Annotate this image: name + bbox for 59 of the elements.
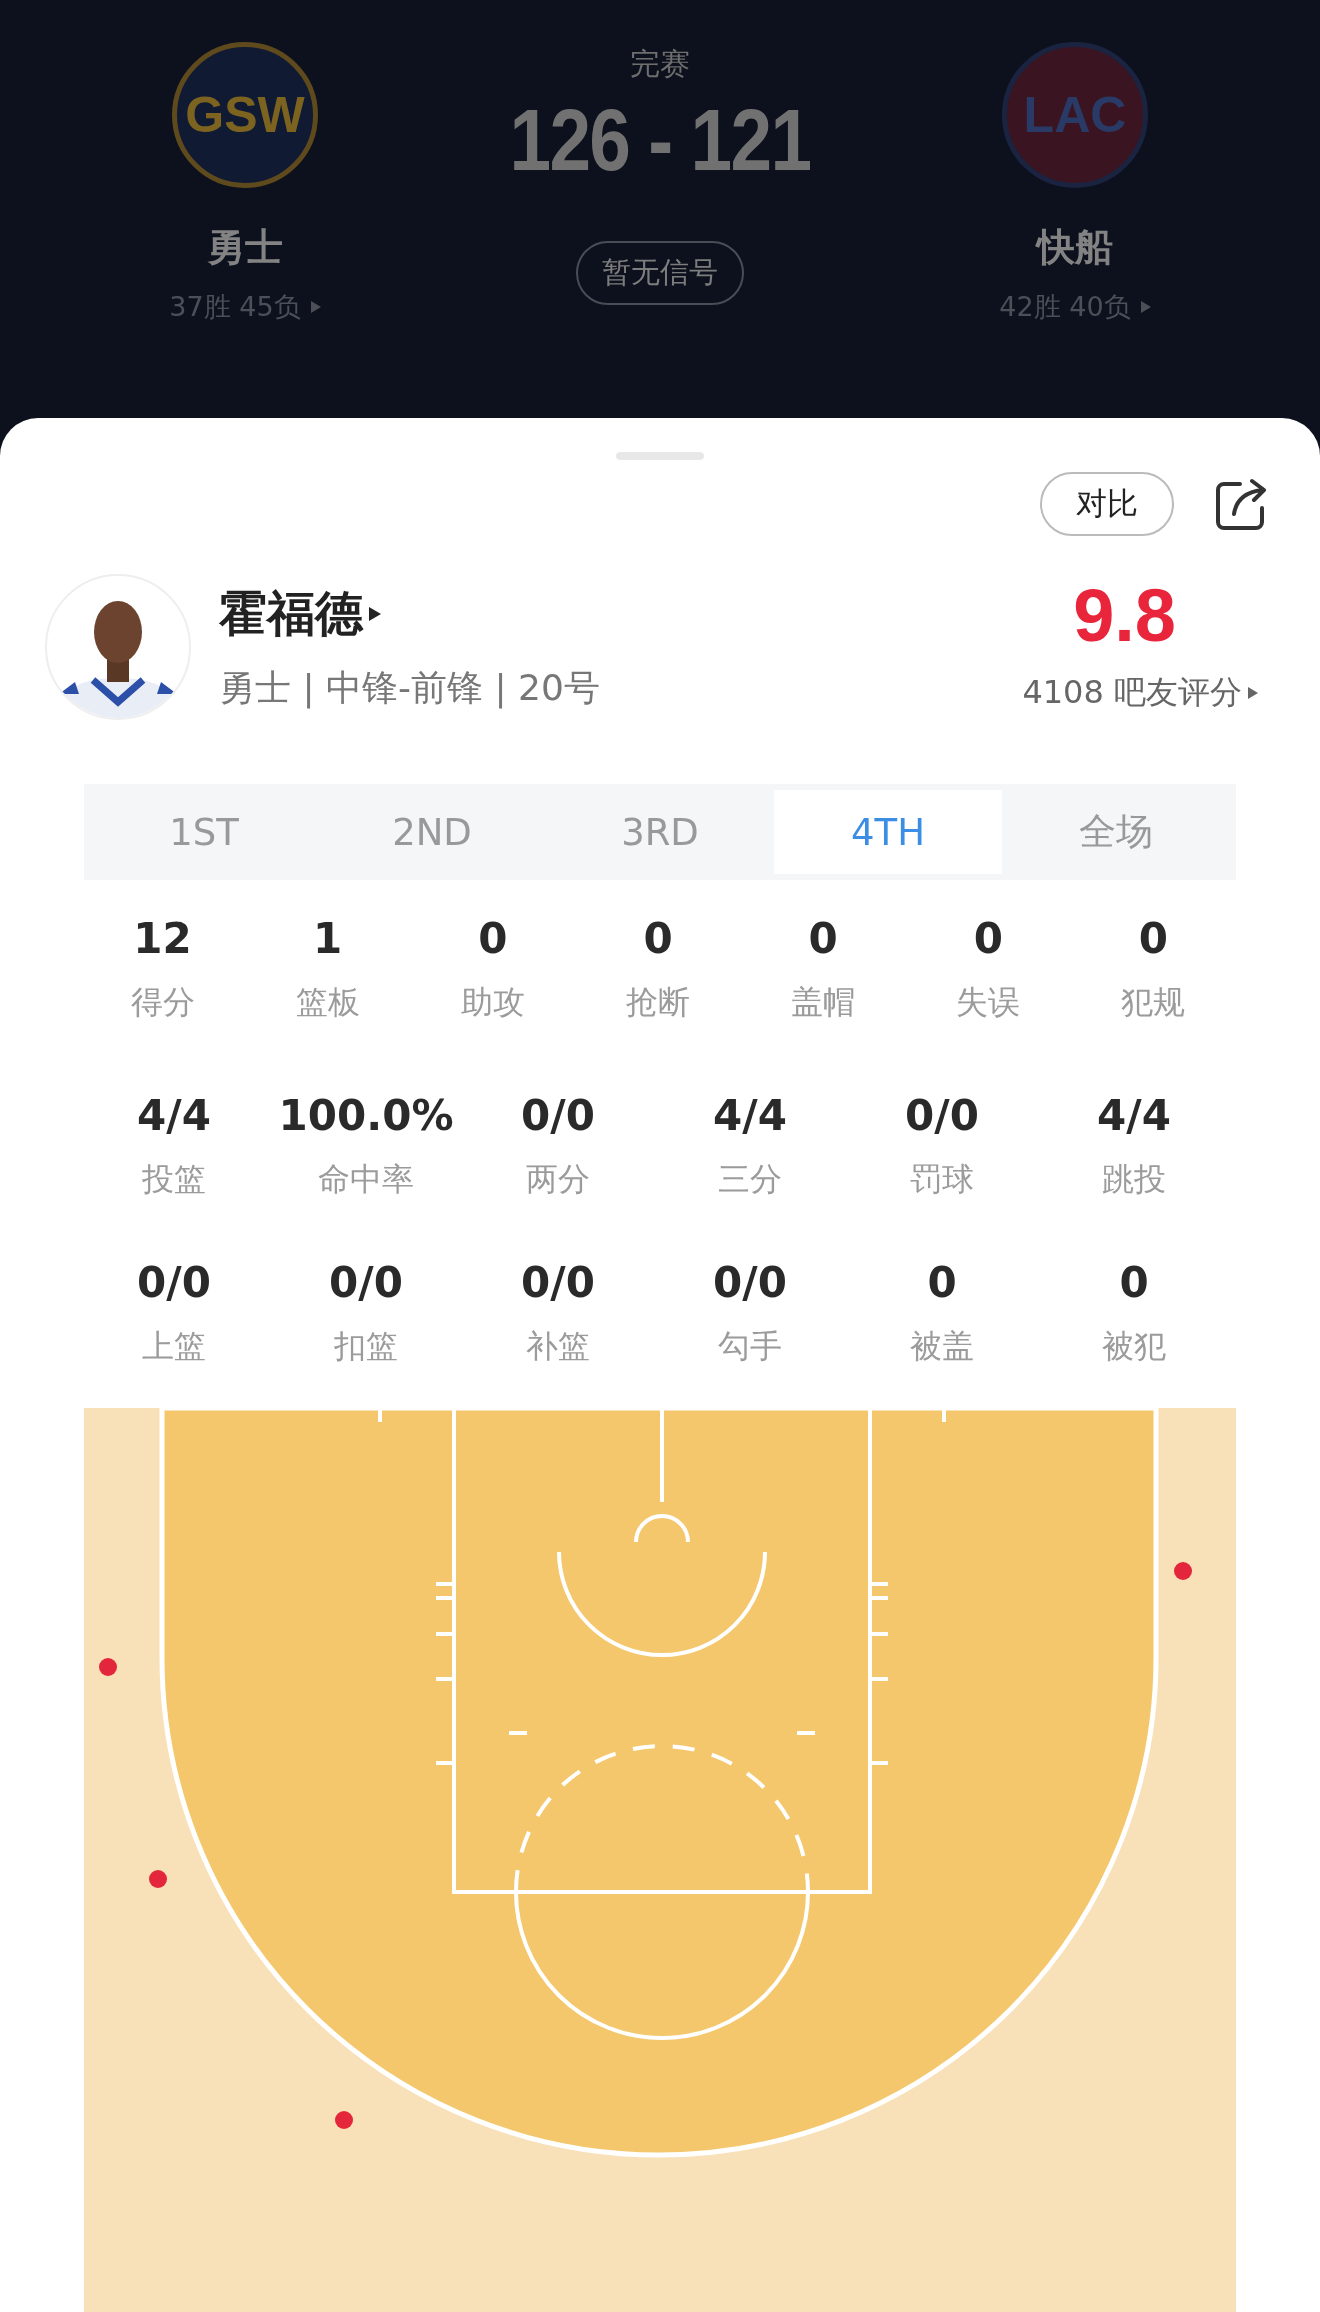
caret-icon[interactable]: [369, 606, 381, 621]
stat-value: 100.0%: [278, 1091, 454, 1140]
stat-label: 勾手: [718, 1326, 782, 1367]
period-tab[interactable]: 4TH: [774, 790, 1002, 874]
signal-button[interactable]: 暂无信号: [576, 241, 744, 305]
stat-label: 得分: [130, 982, 195, 1023]
stat-label: 三分: [718, 1159, 782, 1200]
team-name: 勇士: [207, 224, 283, 271]
stat-label: 上篮: [142, 1326, 206, 1367]
rating-count-link[interactable]: 4108 吧友评分: [1022, 671, 1242, 715]
stat-value: 0/0: [137, 1258, 211, 1307]
stat-label: 罚球: [910, 1159, 974, 1200]
stat-value: 0: [808, 914, 838, 963]
player-info: 勇士 | 中锋-前锋 | 20号: [219, 665, 600, 711]
stat-label: 补篮: [526, 1326, 590, 1367]
stat-label: 篮板: [295, 982, 360, 1023]
stat-label: 盖帽: [791, 982, 856, 1023]
compare-button[interactable]: 对比: [1040, 472, 1174, 536]
stat-label: 被盖: [910, 1326, 974, 1367]
stat-value: 0: [1138, 914, 1169, 963]
stat-value: 0: [927, 1258, 957, 1307]
player-avatar[interactable]: [45, 574, 191, 720]
stat-value: 0/0: [905, 1091, 979, 1140]
stat-label: 扣篮: [334, 1326, 398, 1367]
stat-value: 4/4: [137, 1091, 211, 1140]
game-status: 完赛: [630, 45, 690, 83]
team-logo[interactable]: GSW: [172, 42, 318, 188]
stat-value: 0: [1119, 1258, 1149, 1307]
team-name: 快船: [1037, 224, 1113, 271]
period-tab[interactable]: 3RD: [546, 790, 774, 874]
stat-label: 犯规: [1121, 982, 1186, 1023]
stat-label: 两分: [526, 1159, 590, 1200]
stat-value: 0/0: [329, 1258, 403, 1307]
team-record[interactable]: 42胜 40负: [999, 289, 1131, 325]
stat-value: 4/4: [1097, 1091, 1171, 1140]
period-tab[interactable]: 2ND: [318, 790, 546, 874]
stat-value: 0: [973, 914, 1003, 963]
team-logo[interactable]: LAC: [1002, 42, 1148, 188]
period-tab[interactable]: 1ST: [90, 790, 318, 874]
player-rating: 9.8: [1073, 579, 1177, 653]
stat-value: 0/0: [521, 1091, 595, 1140]
stat-label: 投篮: [142, 1159, 206, 1200]
stat-value: 1: [313, 914, 343, 963]
stat-label: 失误: [956, 982, 1021, 1023]
period-tab[interactable]: 全场: [1002, 790, 1230, 874]
stat-value: 0/0: [713, 1258, 787, 1307]
stat-value: 0: [478, 914, 508, 963]
stat-label: 跳投: [1102, 1159, 1166, 1200]
stat-label: 助攻: [460, 982, 525, 1023]
stat-value: 12: [133, 914, 192, 963]
stat-label: 被犯: [1102, 1326, 1166, 1367]
team-record[interactable]: 37胜 45负: [169, 289, 301, 325]
stat-value: 0: [643, 914, 673, 963]
game-score: 126 - 121: [509, 89, 811, 191]
stat-label: 命中率: [318, 1159, 414, 1200]
stat-value: 4/4: [713, 1091, 787, 1140]
stat-value: 0/0: [521, 1258, 595, 1307]
stat-label: 抢断: [626, 982, 690, 1023]
player-name[interactable]: 霍福德: [219, 581, 363, 646]
